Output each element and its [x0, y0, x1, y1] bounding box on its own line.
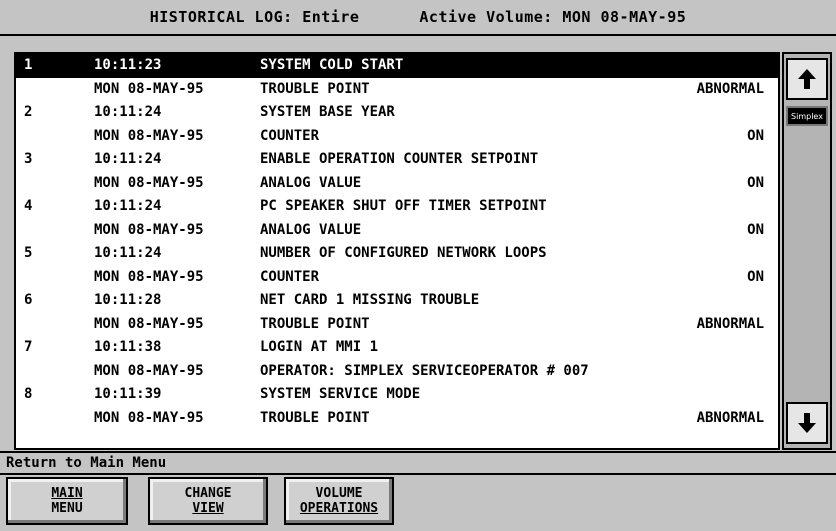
entry-time: 10:11:38	[94, 339, 162, 355]
entry-number: 3	[24, 151, 33, 167]
entry-description: SYSTEM BASE YEAR	[260, 104, 395, 120]
entry-time: 10:11:24	[94, 104, 162, 120]
entry-description: SYSTEM SERVICE MODE	[260, 386, 421, 402]
log-entry-line1[interactable]: 2 10:11:24 SYSTEM BASE YEAR	[16, 101, 778, 125]
entry-time: 10:11:24	[94, 151, 162, 167]
entry-time: 10:11:39	[94, 386, 162, 402]
scrollbar[interactable]: Simplex	[782, 52, 832, 450]
entry-status: ABNORMAL	[696, 80, 764, 97]
volume-operations-label-1: VOLUME	[315, 486, 363, 501]
simplex-logo-text: Simplex	[791, 111, 823, 121]
entry-description: NET CARD 1 MISSING TROUBLE	[260, 292, 480, 308]
entry-time: 10:11:24	[94, 198, 162, 214]
entry-type: TROUBLE POINT	[260, 315, 370, 332]
entry-date: MON 08-MAY-95	[94, 174, 204, 191]
change-view-label-2: VIEW	[192, 501, 224, 516]
entry-status: ON	[747, 127, 764, 144]
log-entry-line1[interactable]: 7 10:11:38 LOGIN AT MMI 1	[16, 336, 778, 360]
volume-operations-label-2: OPERATIONS	[299, 501, 379, 516]
log-entry-line2[interactable]: MON 08-MAY-95 COUNTER ON	[16, 266, 778, 290]
entry-date: MON 08-MAY-95	[94, 221, 204, 238]
entry-date: MON 08-MAY-95	[94, 80, 204, 97]
entry-type: TROUBLE POINT	[260, 409, 370, 426]
main-menu-label-2: MENU	[51, 501, 83, 516]
entry-date: MON 08-MAY-95	[94, 127, 204, 144]
entry-number: 7	[24, 339, 33, 355]
entry-type: ANALOG VALUE	[260, 221, 362, 238]
log-entry-line2[interactable]: MON 08-MAY-95 TROUBLE POINT ABNORMAL	[16, 78, 778, 102]
log-title: HISTORICAL LOG: Entire	[149, 8, 360, 26]
entry-time: 10:11:28	[94, 292, 162, 308]
log-entry-line1[interactable]: 6 10:11:28 NET CARD 1 MISSING TROUBLE	[16, 289, 778, 313]
log-entry-line1[interactable]: 8 10:11:39 SYSTEM SERVICE MODE	[16, 383, 778, 407]
entry-description: PC SPEAKER SHUT OFF TIMER SETPOINT	[260, 198, 547, 214]
entry-date: MON 08-MAY-95	[94, 268, 204, 285]
simplex-logo: Simplex	[786, 106, 828, 126]
entry-status: ABNORMAL	[696, 409, 764, 426]
arrow-up-icon	[798, 69, 816, 89]
entry-number: 2	[24, 104, 33, 120]
log-entry-line2[interactable]: MON 08-MAY-95 ANALOG VALUE ON	[16, 172, 778, 196]
entry-date: MON 08-MAY-95	[94, 362, 204, 379]
main-menu-button[interactable]: MAIN MENU	[6, 477, 128, 525]
main-menu-label-1: MAIN	[51, 486, 83, 501]
entry-type: TROUBLE POINT	[260, 80, 370, 97]
log-entry-line2[interactable]: MON 08-MAY-95 ANALOG VALUE ON	[16, 219, 778, 243]
entry-description: SYSTEM COLD START	[260, 57, 404, 73]
volume-operations-button[interactable]: VOLUME OPERATIONS	[284, 477, 394, 525]
entry-time: 10:11:24	[94, 245, 162, 261]
scroll-down-button[interactable]	[786, 402, 828, 444]
entry-time: 10:11:23	[94, 57, 162, 73]
entry-date: MON 08-MAY-95	[94, 409, 204, 426]
active-volume: Active Volume: MON 08-MAY-95	[419, 8, 687, 26]
entry-date: MON 08-MAY-95	[94, 315, 204, 332]
change-view-label-1: CHANGE	[184, 486, 232, 501]
entry-type: OPERATOR: SIMPLEX SERVICEOPERATOR # 007	[260, 362, 589, 379]
log-entry-line2[interactable]: MON 08-MAY-95 OPERATOR: SIMPLEX SERVICEOP…	[16, 360, 778, 384]
entry-type: COUNTER	[260, 127, 320, 144]
log-list[interactable]: 1 10:11:23 SYSTEM COLD START MON 08-MAY-95 T…	[14, 52, 780, 450]
entry-status: ON	[747, 174, 764, 191]
log-entry-line2[interactable]: MON 08-MAY-95 COUNTER ON	[16, 125, 778, 149]
entry-description: LOGIN AT MMI 1	[260, 339, 379, 355]
entry-status: ON	[747, 268, 764, 285]
entry-description: ENABLE OPERATION COUNTER SETPOINT	[260, 151, 539, 167]
log-entry-line1[interactable]: 4 10:11:24 PC SPEAKER SHUT OFF TIMER SETPO…	[16, 195, 778, 219]
log-entry-line1[interactable]: 1 10:11:23 SYSTEM COLD START	[16, 54, 778, 78]
status-line: Return to Main Menu	[0, 451, 836, 475]
entry-number: 5	[24, 245, 33, 261]
entry-description: NUMBER OF CONFIGURED NETWORK LOOPS	[260, 245, 547, 261]
entry-status: ABNORMAL	[696, 315, 764, 332]
change-view-button[interactable]: CHANGE VIEW	[148, 477, 268, 525]
log-entry-line1[interactable]: 5 10:11:24 NUMBER OF CONFIGURED NETWORK LO…	[16, 242, 778, 266]
log-entry-line2[interactable]: MON 08-MAY-95 TROUBLE POINT ABNORMAL	[16, 407, 778, 431]
entry-type: COUNTER	[260, 268, 320, 285]
entry-number: 6	[24, 292, 33, 308]
scroll-up-button[interactable]	[786, 58, 828, 100]
log-entry-line2[interactable]: MON 08-MAY-95 TROUBLE POINT ABNORMAL	[16, 313, 778, 337]
entry-number: 8	[24, 386, 33, 402]
log-entry-line1[interactable]: 3 10:11:24 ENABLE OPERATION COUNTER SETPOI…	[16, 148, 778, 172]
entry-status: ON	[747, 221, 764, 238]
title-bar: HISTORICAL LOG: Entire Active Volume: MO…	[0, 0, 836, 36]
entry-number: 4	[24, 198, 33, 214]
arrow-down-icon	[798, 413, 816, 433]
entry-type: ANALOG VALUE	[260, 174, 362, 191]
entry-number: 1	[24, 57, 33, 73]
